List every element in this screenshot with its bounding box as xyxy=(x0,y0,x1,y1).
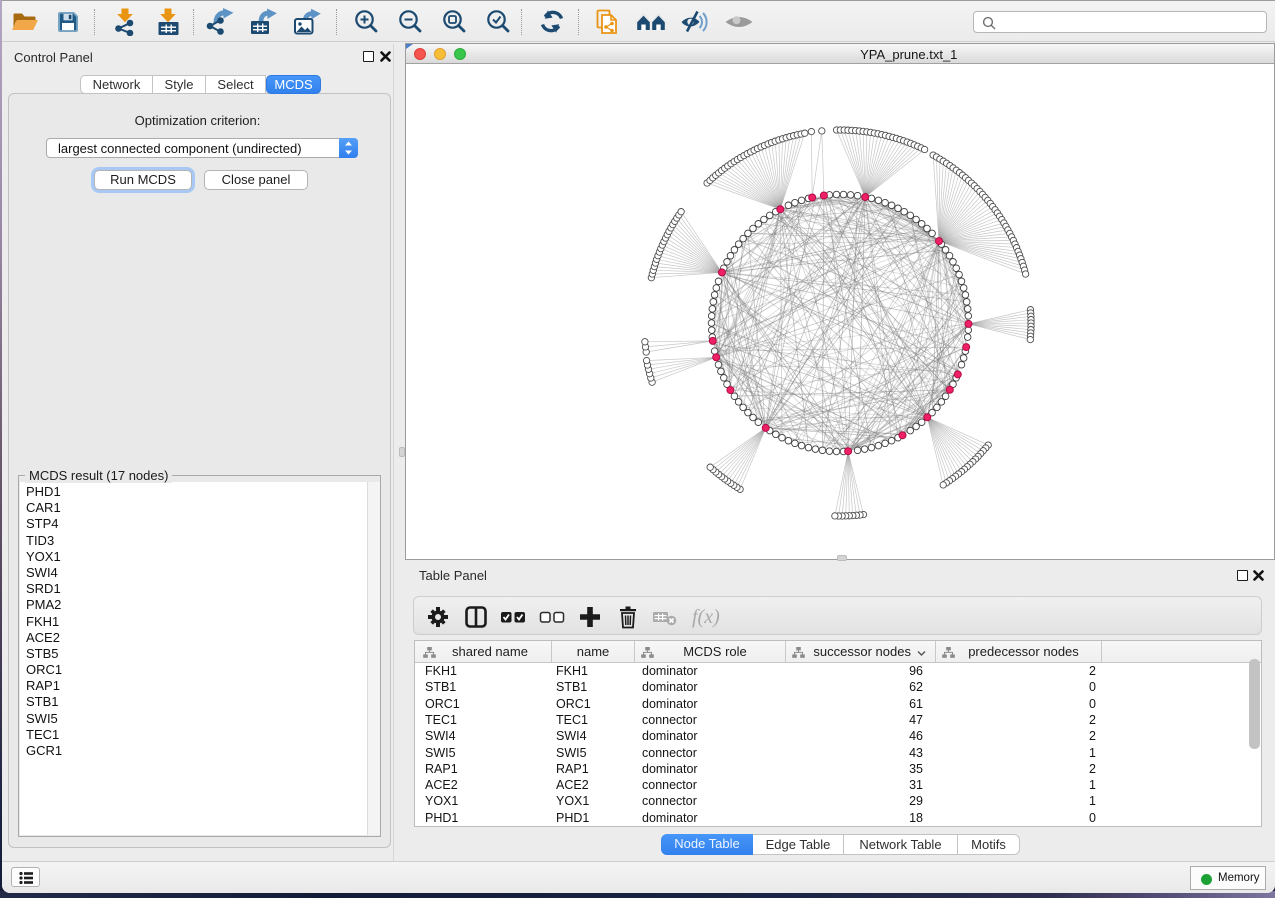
svg-text:f(x): f(x) xyxy=(692,606,720,628)
